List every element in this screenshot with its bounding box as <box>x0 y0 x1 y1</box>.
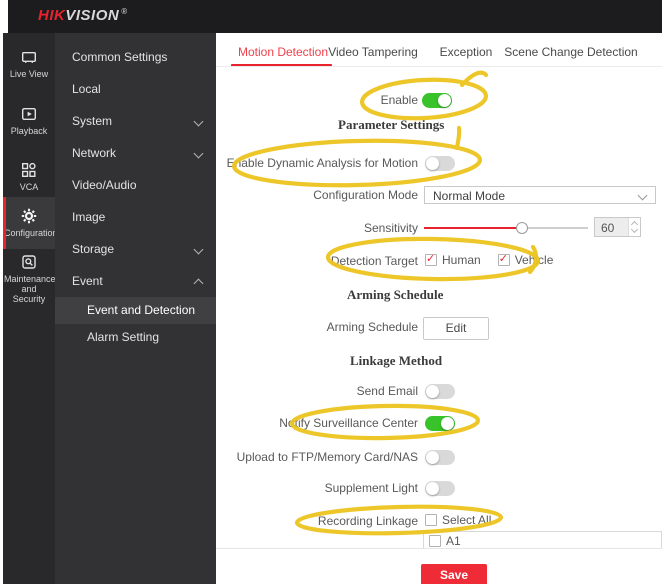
menu-item-event-and-detection[interactable]: Event and Detection <box>55 297 216 324</box>
human-checkbox-label: Human <box>442 253 481 267</box>
menu-item-image[interactable]: Image <box>55 204 216 230</box>
maintenance-icon <box>21 254 37 270</box>
chevron-down-icon <box>194 149 204 159</box>
spinner-down-icon[interactable] <box>631 226 638 233</box>
logo-registered-mark: ® <box>121 7 127 16</box>
settings-menu: Common Settings Local System Network Vid… <box>55 33 216 584</box>
menu-item-label: Storage <box>72 242 114 256</box>
parameter-settings-heading: Parameter Settings <box>338 117 444 133</box>
rail-item-label: Playback <box>4 126 54 136</box>
notify-surveillance-center-toggle[interactable] <box>425 416 455 431</box>
sensitivity-value: 60 <box>601 220 614 236</box>
vca-icon <box>21 162 37 178</box>
menu-item-label: Local <box>72 82 101 96</box>
menu-item-system[interactable]: System <box>55 108 216 134</box>
save-button[interactable]: Save <box>421 564 487 584</box>
recording-channel-list: A1 <box>423 531 662 548</box>
sensitivity-slider[interactable] <box>424 220 588 236</box>
chevron-down-icon <box>194 245 204 255</box>
detection-target-label: Detection Target <box>216 253 418 269</box>
linkage-method-heading: Linkage Method <box>350 353 442 369</box>
tab-motion-detection[interactable]: Motion Detection <box>238 45 328 59</box>
enable-label: Enable <box>216 92 418 108</box>
menu-item-label: System <box>72 114 112 128</box>
supplement-light-toggle[interactable] <box>425 481 455 496</box>
hikvision-logo: HIKVISION® <box>38 7 128 24</box>
menu-item-network[interactable]: Network <box>55 140 216 166</box>
nav-rail: Live View Playback VCA <box>3 33 55 584</box>
menu-item-common-settings[interactable]: Common Settings <box>55 44 216 70</box>
recording-linkage-label: Recording Linkage <box>216 513 418 529</box>
channel-row-a1: A1 <box>424 532 661 548</box>
menu-item-label: Event and Detection <box>87 303 195 317</box>
menu-item-local[interactable]: Local <box>55 76 216 102</box>
menu-item-label: Network <box>72 146 116 160</box>
rail-item-label: Maintenance and Security <box>4 274 54 304</box>
sensitivity-label: Sensitivity <box>216 220 418 236</box>
tab-scene-change-detection[interactable]: Scene Change Detection <box>504 45 637 59</box>
a1-checkbox-label: A1 <box>446 534 461 548</box>
rail-item-configuration[interactable]: Configuration <box>3 197 55 249</box>
rail-item-label: VCA <box>4 182 54 192</box>
slider-thumb[interactable] <box>516 222 528 234</box>
upload-ftp-label: Upload to FTP/Memory Card/NAS <box>216 449 418 465</box>
enable-toggle[interactable] <box>422 93 452 108</box>
a1-checkbox[interactable] <box>429 535 441 547</box>
tab-divider <box>216 66 662 67</box>
rail-item-live-view[interactable]: Live View <box>3 45 55 83</box>
configuration-mode-label: Configuration Mode <box>216 187 418 203</box>
menu-item-label: Image <box>72 210 105 224</box>
slider-fill <box>424 227 522 229</box>
send-email-label: Send Email <box>216 383 418 399</box>
menu-item-label: Event <box>72 274 103 288</box>
chevron-down-icon <box>638 191 648 201</box>
menu-item-event[interactable]: Event <box>55 268 216 294</box>
configuration-icon <box>21 208 37 224</box>
rail-item-label: Live View <box>4 69 54 79</box>
arming-schedule-label: Arming Schedule <box>216 319 418 335</box>
live-view-icon <box>21 49 37 65</box>
logo-hik: HIK <box>38 7 65 24</box>
supplement-light-label: Supplement Light <box>216 480 418 496</box>
send-email-toggle[interactable] <box>425 384 455 399</box>
app-window: HIKVISION® Live View Playback <box>0 0 662 584</box>
select-all-row: Select All <box>425 513 491 527</box>
dynamic-analysis-label: Enable Dynamic Analysis for Motion <box>216 155 418 171</box>
configuration-mode-select[interactable]: Normal Mode <box>424 186 656 204</box>
upload-ftp-toggle[interactable] <box>425 450 455 465</box>
menu-item-label: Alarm Setting <box>87 330 159 344</box>
rail-item-maintenance[interactable]: Maintenance and Security <box>3 255 55 303</box>
configuration-mode-value: Normal Mode <box>433 189 505 203</box>
select-all-checkbox[interactable] <box>425 514 437 526</box>
human-checkbox[interactable] <box>425 254 437 266</box>
tab-exception[interactable]: Exception <box>440 45 493 59</box>
rail-item-playback[interactable]: Playback <box>3 102 55 140</box>
edit-button[interactable]: Edit <box>423 317 489 340</box>
vehicle-checkbox[interactable] <box>498 254 510 266</box>
dynamic-analysis-toggle[interactable] <box>425 156 455 171</box>
logo-vision: VISION <box>65 7 119 24</box>
menu-item-alarm-setting[interactable]: Alarm Setting <box>55 324 216 350</box>
sensitivity-input[interactable]: 60 <box>594 217 641 237</box>
detection-target-options: Human Vehicle <box>425 253 553 267</box>
menu-item-storage[interactable]: Storage <box>55 236 216 262</box>
playback-icon <box>21 106 37 122</box>
menu-item-video-audio[interactable]: Video/Audio <box>55 172 216 198</box>
tab-video-tampering[interactable]: Video Tampering <box>328 45 418 59</box>
footer-bar: Save <box>216 548 662 584</box>
chevron-up-icon <box>194 279 204 289</box>
vehicle-checkbox-label: Vehicle <box>515 253 554 267</box>
select-all-label: Select All <box>442 513 491 527</box>
chevron-down-icon <box>194 117 204 127</box>
topbar: HIKVISION® <box>8 0 662 33</box>
menu-item-label: Common Settings <box>72 50 167 64</box>
arming-schedule-heading: Arming Schedule <box>347 287 443 303</box>
menu-item-label: Video/Audio <box>72 178 137 192</box>
rail-item-vca[interactable]: VCA <box>3 158 55 196</box>
main-content: Motion Detection Video Tampering Excepti… <box>216 33 662 584</box>
rail-item-label: Configuration <box>4 228 54 238</box>
number-spinner[interactable] <box>628 218 640 236</box>
notify-surveillance-center-label: Notify Surveillance Center <box>216 415 418 431</box>
